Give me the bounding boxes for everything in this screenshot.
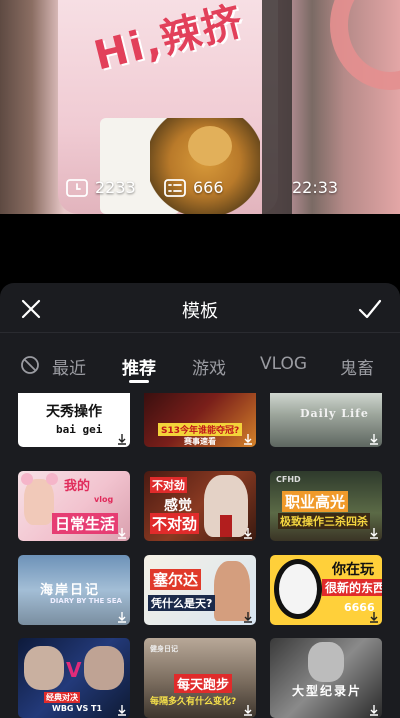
download-icon[interactable]: [369, 611, 379, 623]
active-tab-indicator: [129, 380, 149, 383]
download-icon[interactable]: [117, 527, 127, 539]
timestamp-value: 22:33: [292, 178, 339, 197]
thumbnail-person: [24, 479, 54, 525]
template-thumbnail[interactable]: 大型纪录片: [270, 638, 382, 718]
clock-icon: [66, 178, 88, 197]
template-thumbnail[interactable]: 健身日记 每天跑步 每隔多久有什么变化?: [144, 638, 256, 718]
thumbnail-caption: WBG VS T1: [52, 704, 103, 713]
thumbnail-decoration: [220, 515, 232, 537]
list-icon: [164, 178, 186, 197]
thumbnail-caption: 每天跑步: [174, 674, 233, 693]
preview-bowl-shape: [330, 0, 400, 90]
thumbnail-person: [24, 646, 64, 690]
download-icon[interactable]: [117, 611, 127, 623]
download-icon[interactable]: [243, 527, 253, 539]
download-icon[interactable]: [369, 433, 379, 445]
template-grid: 天秀操作 bai gei S13今年谁能夺冠? 赛事速看 Daily Life …: [0, 393, 400, 718]
thumbnail-caption: CFHD: [276, 475, 301, 484]
thumbnail-caption: DIARY BY THE SEA: [50, 597, 122, 605]
thumbnail-decoration: V: [66, 658, 82, 682]
thumbnail-caption: 天秀操作: [46, 404, 102, 420]
template-sheet: 模板 最近 推荐 游戏 VLOG 鬼畜 天秀操作 bai gei S13今年谁能…: [0, 283, 400, 718]
thumbnail-caption: vlog: [94, 495, 114, 504]
tab-games[interactable]: 游戏: [192, 354, 226, 379]
thumbnail-caption: 健身日记: [150, 645, 178, 653]
download-icon[interactable]: [243, 704, 253, 716]
thumbnail-caption: 很新的东西: [322, 579, 382, 596]
count-value: 666: [193, 178, 224, 197]
thumbnail-caption: S13今年谁能夺冠?: [158, 423, 243, 436]
preview-toy-head: [188, 126, 232, 166]
thumbnail-decoration: [21, 473, 33, 485]
template-thumbnail[interactable]: 你在玩 很新的东西 6666: [270, 555, 382, 625]
thumbnail-caption: 不对劲: [150, 513, 200, 534]
thumbnail-caption: 塞尔达: [150, 569, 202, 590]
thumbnail-caption: 极致操作三杀四杀: [278, 513, 370, 529]
thumbnail-caption: 你在玩: [332, 562, 374, 578]
thumbnail-caption: Daily Life: [300, 407, 369, 420]
preview-stats-bar: 2233 666 22:33: [0, 178, 400, 208]
timestamp-stat: 22:33: [292, 178, 338, 197]
thumbnail-caption: 我的: [64, 479, 91, 494]
thumbnail-meme-face: [274, 559, 322, 619]
thumbnail-caption: 不对劲: [150, 477, 187, 493]
thumbnail-caption: 经典对决: [44, 692, 80, 703]
template-thumbnail[interactable]: 我的 vlog 日常生活: [18, 471, 130, 541]
template-thumbnail[interactable]: S13今年谁能夺冠? 赛事速看: [144, 393, 256, 447]
tab-kichiku[interactable]: 鬼畜: [340, 354, 374, 379]
template-thumbnail[interactable]: 不对劲 感觉 不对劲: [144, 471, 256, 541]
template-thumbnail[interactable]: 塞尔达 凭什么是天?: [144, 555, 256, 625]
download-icon[interactable]: [243, 611, 253, 623]
download-icon[interactable]: [369, 527, 379, 539]
thumbnail-caption: 每隔多久有什么变化?: [150, 697, 237, 707]
thumbnail-caption: 赛事速看: [184, 437, 216, 446]
thumbnail-caption: 大型纪录片: [292, 684, 363, 698]
template-thumbnail[interactable]: 天秀操作 bai gei: [18, 393, 130, 447]
template-thumbnail[interactable]: Daily Life: [270, 393, 382, 447]
download-icon[interactable]: [369, 704, 379, 716]
template-thumbnail[interactable]: CFHD 职业高光 极致操作三杀四杀: [270, 471, 382, 541]
download-icon[interactable]: [117, 704, 127, 716]
download-icon[interactable]: [243, 433, 253, 445]
duration-stat: 2233: [66, 178, 136, 197]
thumbnail-caption: 日常生活: [52, 513, 119, 534]
thumbnail-caption: bai gei: [56, 423, 103, 436]
thumbnail-caption: 职业高光: [282, 491, 349, 512]
tab-vlog[interactable]: VLOG: [260, 354, 307, 374]
thumbnail-person: [308, 642, 344, 682]
duration-value: 2233: [95, 178, 136, 197]
thumbnail-decoration: [46, 473, 58, 485]
category-tabs: 最近 推荐 游戏 VLOG 鬼畜: [0, 333, 400, 393]
template-thumbnail[interactable]: 海岸日记 DIARY BY THE SEA: [18, 555, 130, 625]
tab-recommend[interactable]: 推荐: [122, 354, 156, 379]
thumbnail-caption: 海岸日记: [40, 583, 101, 598]
thumbnail-person: [84, 646, 124, 690]
download-icon[interactable]: [117, 433, 127, 445]
thumbnail-caption: 凭什么是天?: [148, 595, 216, 611]
sheet-header: 模板: [0, 283, 400, 333]
ban-icon[interactable]: [20, 355, 40, 375]
video-preview[interactable]: Hi,辣挤 2233 666 22:33: [0, 0, 400, 214]
sheet-title: 模板: [182, 301, 218, 322]
count-stat: 666: [164, 178, 224, 197]
checkmark-icon[interactable]: [358, 298, 382, 320]
thumbnail-caption: 感觉: [164, 498, 192, 514]
template-thumbnail[interactable]: V 经典对决 WBG VS T1: [18, 638, 130, 718]
tab-recent[interactable]: 最近: [52, 354, 86, 379]
